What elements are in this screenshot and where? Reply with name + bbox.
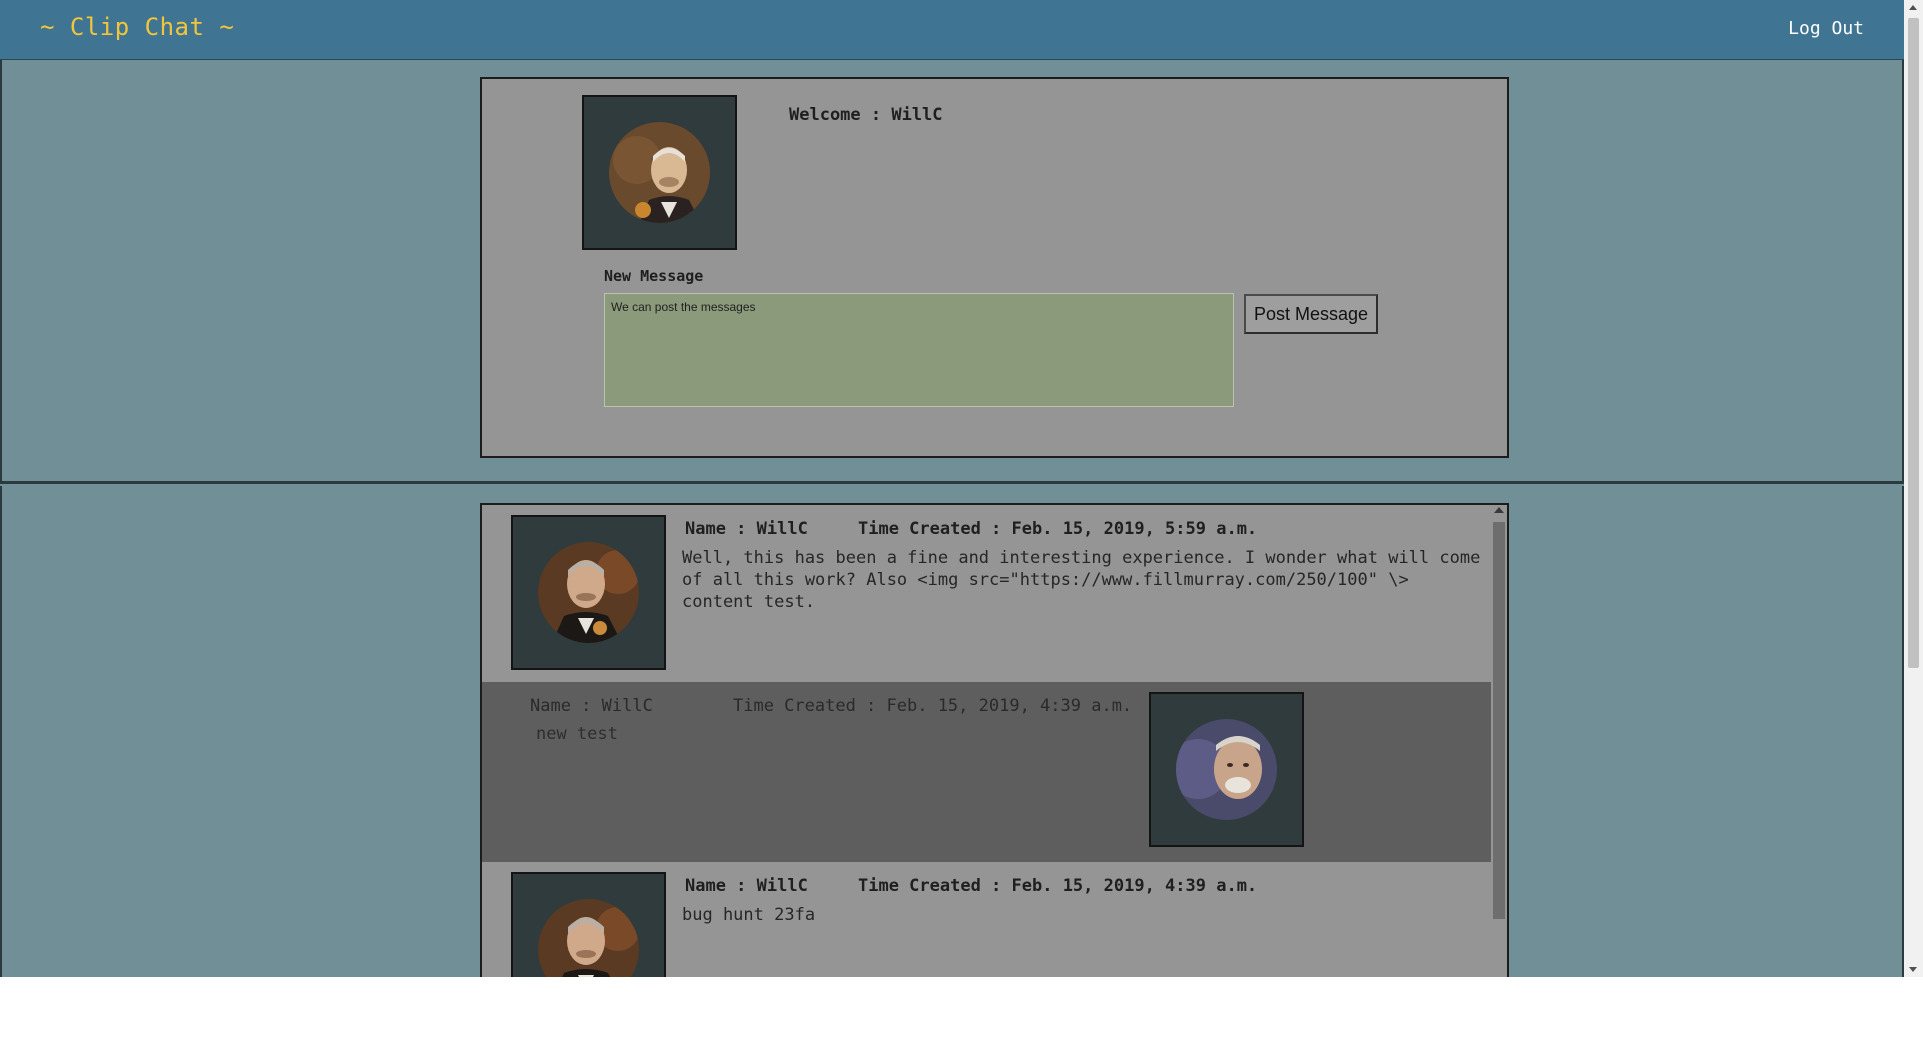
user-avatar-icon [1176,719,1277,820]
message-item: Name : WillC Time Created : Feb. 15, 201… [482,862,1491,977]
feed-section: Name : WillC Time Created : Feb. 15, 201… [0,486,1904,977]
logout-link[interactable]: Log Out [1788,18,1864,39]
message-text: new test [536,724,618,744]
message-timestamp: Time Created : Feb. 15, 2019, 5:59 a.m. [858,519,1258,539]
scroll-up-arrow-icon[interactable] [1494,507,1504,513]
app-brand[interactable]: ~ Clip Chat ~ [40,13,234,41]
post-message-button[interactable]: Post Message [1244,294,1378,334]
message-avatar-frame [511,872,666,977]
message-author: Name : WillC [685,876,808,896]
message-item: Name : WillC Time Created : Feb. 15, 201… [482,682,1491,862]
scroll-down-arrow-icon[interactable] [1909,967,1917,972]
page-viewport: ~ Clip Chat ~ Log Out Welcome: WillC Ne… [0,0,1923,977]
message-text: bug hunt 23fa [682,905,816,925]
new-message-label: New Message [604,267,704,285]
message-timestamp: Time Created : Feb. 15, 2019, 4:39 a.m. [858,876,1258,896]
message-author: Name : WillC [685,519,808,539]
feed-scrollbar[interactable] [1491,505,1507,977]
compose-card: Welcome : WillC New Message Post Message [480,77,1509,458]
scroll-up-arrow-icon[interactable] [1909,5,1917,10]
message-feed[interactable]: Name : WillC Time Created : Feb. 15, 201… [480,503,1509,977]
message-text: Well, this has been a fine and interesti… [682,548,1481,612]
message-timestamp: Time Created : Feb. 15, 2019, 4:39 a.m. [733,696,1133,716]
user-avatar-icon [609,122,710,223]
user-avatar-icon [538,542,639,643]
new-message-input[interactable] [604,293,1234,407]
compose-section: Welcome : WillC New Message Post Message [0,60,1904,484]
profile-avatar-frame [582,95,737,250]
feed-scroll-thumb[interactable] [1493,522,1505,919]
top-navbar: ~ Clip Chat ~ Log Out [0,0,1904,61]
message-avatar-frame [511,515,666,670]
page-scroll-thumb[interactable] [1908,18,1919,668]
user-avatar-icon [538,899,639,977]
message-author: Name : WillC [530,696,653,716]
message-avatar-frame [1149,692,1304,847]
welcome-text: Welcome : WillC [789,105,943,125]
message-item: Name : WillC Time Created : Feb. 15, 201… [482,505,1491,682]
page-scrollbar[interactable] [1904,0,1923,977]
